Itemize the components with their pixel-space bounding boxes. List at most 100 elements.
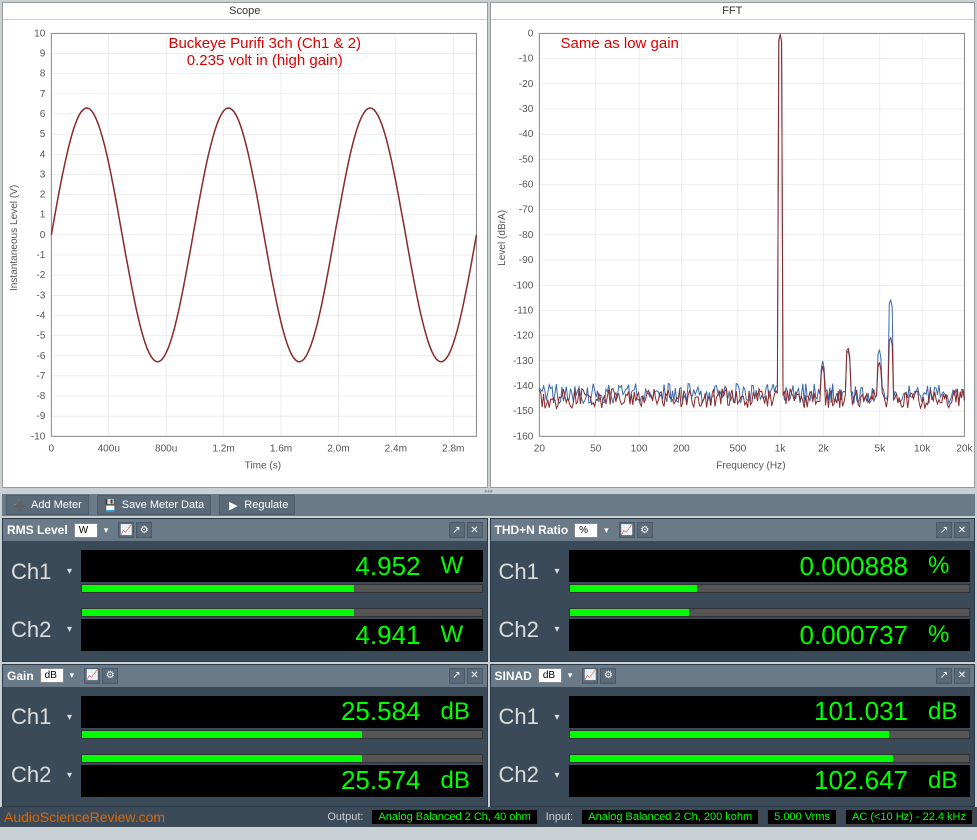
input-status[interactable]: Analog Balanced 2 Ch, 200 kohm xyxy=(581,809,759,825)
svg-text:-10: -10 xyxy=(31,431,46,442)
svg-text:2k: 2k xyxy=(818,443,830,454)
ch2-row: Ch2▾ 0.000737% xyxy=(495,601,971,659)
chevron-down-icon[interactable]: ▾ xyxy=(555,624,569,635)
regulate-button[interactable]: ▶Regulate xyxy=(219,495,295,515)
scope-plot[interactable]: 109876543210-1-2-3-4-5-6-7-8-9-10 0400u8… xyxy=(3,20,487,484)
output-status[interactable]: Analog Balanced 2 Ch, 40 ohm xyxy=(371,809,537,825)
save-meter-button[interactable]: 💾Save Meter Data xyxy=(97,495,212,515)
chevron-down-icon[interactable]: ▾ xyxy=(568,670,573,681)
chevron-down-icon[interactable]: ▾ xyxy=(555,770,569,781)
scope-chart-panel: Scope Buckeye Purifi 3ch (Ch1 & 2)0.235 … xyxy=(2,2,488,488)
gain-meter: Gain dB▾ 📈⚙ ↗✕ Ch1▾ 25.584dB Ch2▾ 25.574… xyxy=(2,664,488,808)
popout-icon[interactable]: ↗ xyxy=(449,668,465,684)
svg-text:-5: -5 xyxy=(36,331,45,342)
ch2-bar xyxy=(569,608,971,617)
svg-text:500: 500 xyxy=(729,443,746,454)
ch2-value: 4.941 xyxy=(355,620,420,651)
gear-icon[interactable]: ⚙ xyxy=(102,668,118,684)
chevron-down-icon[interactable]: ▾ xyxy=(70,670,75,681)
scope-title: Scope xyxy=(3,3,487,20)
svg-text:-3: -3 xyxy=(36,290,45,301)
chevron-down-icon[interactable]: ▾ xyxy=(67,624,81,635)
chart-icon[interactable]: 📈 xyxy=(619,522,635,538)
play-icon: ▶ xyxy=(226,498,240,512)
svg-text:9: 9 xyxy=(40,49,46,60)
chevron-down-icon[interactable]: ▾ xyxy=(104,525,109,536)
ac-status[interactable]: AC (<10 Hz) - 22.4 kHz xyxy=(845,809,973,825)
svg-text:-80: -80 xyxy=(518,230,533,241)
close-icon[interactable]: ✕ xyxy=(954,522,970,538)
ch1-bar xyxy=(81,730,483,739)
ch2-row: Ch2▾ 102.647dB xyxy=(495,746,971,804)
svg-text:1: 1 xyxy=(40,210,46,221)
fft-plot[interactable]: 0-10-20-30-40-50-60-70-80-90-100-110-120… xyxy=(491,20,975,484)
status-bar: AudioScienceReview.com Output: Analog Ba… xyxy=(0,807,977,827)
ch1-bar xyxy=(569,584,971,593)
vrms-status[interactable]: 5.000 Vrms xyxy=(767,809,837,825)
popout-icon[interactable]: ↗ xyxy=(449,522,465,538)
svg-text:2.8m: 2.8m xyxy=(442,443,464,454)
popout-icon[interactable]: ↗ xyxy=(936,522,952,538)
unit-selector[interactable]: % xyxy=(574,523,598,538)
ch1-value: 101.031 xyxy=(814,696,908,727)
unit-selector[interactable]: dB xyxy=(40,668,64,683)
meter-name: Gain xyxy=(7,669,34,683)
chart-icon[interactable]: 📈 xyxy=(84,668,100,684)
svg-text:-90: -90 xyxy=(518,255,533,266)
svg-text:0: 0 xyxy=(40,230,46,241)
add-meter-button[interactable]: ➕Add Meter xyxy=(6,495,89,515)
chart-icon[interactable]: 📈 xyxy=(118,522,134,538)
ch1-value: 4.952 xyxy=(355,551,420,582)
svg-text:100: 100 xyxy=(630,443,647,454)
popout-icon[interactable]: ↗ xyxy=(936,668,952,684)
ch2-value: 0.000737 xyxy=(800,620,908,651)
svg-text:-40: -40 xyxy=(518,129,533,140)
ch2-row: Ch2▾ 25.574dB xyxy=(7,746,483,804)
ch1-bar xyxy=(81,584,483,593)
svg-text:-1: -1 xyxy=(36,250,45,261)
chevron-down-icon[interactable]: ▾ xyxy=(604,525,609,536)
sinad-meter: SINAD dB▾ 📈⚙ ↗✕ Ch1▾ 101.031dB Ch2▾ 102.… xyxy=(490,664,976,808)
gear-icon[interactable]: ⚙ xyxy=(637,522,653,538)
svg-text:-120: -120 xyxy=(513,331,534,342)
svg-text:6: 6 xyxy=(40,109,46,120)
ch2-row: Ch2▾ 4.941W xyxy=(7,601,483,659)
svg-text:200: 200 xyxy=(672,443,689,454)
svg-text:-8: -8 xyxy=(36,391,45,402)
fft-title: FFT xyxy=(491,3,975,20)
gear-icon[interactable]: ⚙ xyxy=(600,668,616,684)
svg-text:-150: -150 xyxy=(513,406,534,417)
ch2-bar xyxy=(81,608,483,617)
meter-name: SINAD xyxy=(495,669,532,683)
svg-text:-130: -130 xyxy=(513,356,534,367)
save-icon: 💾 xyxy=(104,498,118,512)
svg-text:Instantaneous Level (V): Instantaneous Level (V) xyxy=(9,185,20,291)
plus-icon: ➕ xyxy=(13,498,27,512)
meter-name: THD+N Ratio xyxy=(495,523,569,537)
svg-text:20: 20 xyxy=(533,443,545,454)
chart-icon[interactable]: 📈 xyxy=(582,668,598,684)
close-icon[interactable]: ✕ xyxy=(467,522,483,538)
svg-text:-4: -4 xyxy=(36,310,45,321)
chevron-down-icon[interactable]: ▾ xyxy=(67,712,81,723)
svg-text:2.4m: 2.4m xyxy=(385,443,407,454)
unit-selector[interactable]: W xyxy=(74,523,98,538)
chevron-down-icon[interactable]: ▾ xyxy=(67,566,81,577)
gear-icon[interactable]: ⚙ xyxy=(136,522,152,538)
svg-text:-140: -140 xyxy=(513,381,534,392)
ch2-bar xyxy=(81,754,483,763)
chevron-down-icon[interactable]: ▾ xyxy=(555,566,569,577)
svg-text:-70: -70 xyxy=(518,205,533,216)
svg-text:-50: -50 xyxy=(518,154,533,165)
svg-text:-10: -10 xyxy=(518,54,533,65)
fft-chart-panel: FFT Same as low gain 0-10-20-30-40-50-60… xyxy=(490,2,976,488)
close-icon[interactable]: ✕ xyxy=(954,668,970,684)
ch1-row: Ch1▾ 0.000888% xyxy=(495,543,971,601)
unit-selector[interactable]: dB xyxy=(538,668,562,683)
svg-text:Time (s): Time (s) xyxy=(245,461,282,472)
close-icon[interactable]: ✕ xyxy=(467,668,483,684)
chevron-down-icon[interactable]: ▾ xyxy=(555,712,569,723)
chevron-down-icon[interactable]: ▾ xyxy=(67,770,81,781)
svg-text:-100: -100 xyxy=(513,280,534,291)
svg-text:1.2m: 1.2m xyxy=(212,443,234,454)
